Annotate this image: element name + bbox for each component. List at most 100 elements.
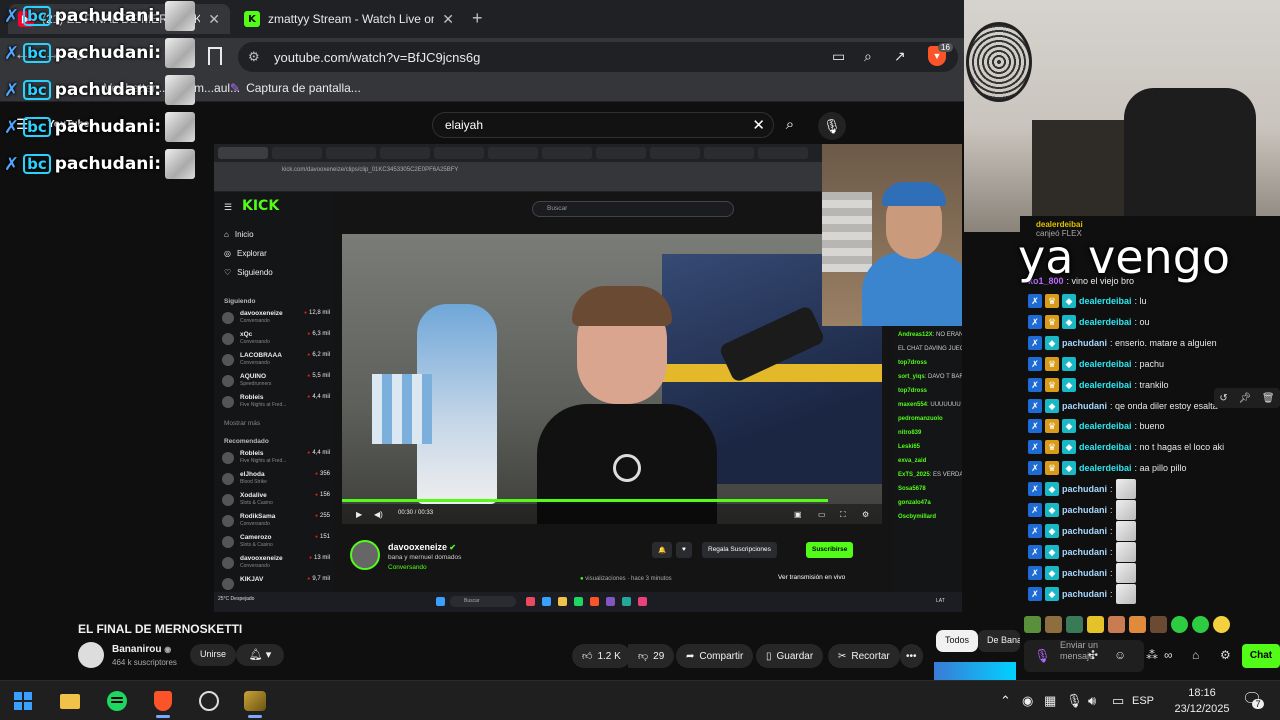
tab-kick[interactable]: K zmattyy Stream - Watch Live on Kick ✕ xyxy=(234,4,464,34)
settings-icon[interactable]: ⚙ xyxy=(1220,648,1231,662)
emote-icon[interactable] xyxy=(1108,616,1125,633)
badge-icon: ◆ xyxy=(1045,586,1059,601)
chat-message: ✗ ◆ pachudani: xyxy=(1028,562,1136,583)
chat-text: : xyxy=(1110,567,1113,578)
chat-user: pachudani xyxy=(1062,567,1108,578)
notification-bell-button[interactable]: 🔔︎ ▾ xyxy=(236,644,284,666)
more-actions-button[interactable]: ••• xyxy=(900,644,923,668)
channel-row: CamerozoSlots & Casino 151 xyxy=(222,534,332,552)
video-player[interactable]: kick.com/davooxeneize/clips/clip_01KC345… xyxy=(214,144,962,612)
pin-icon[interactable]: 📌︎ xyxy=(1238,393,1251,404)
kick-menu-label: Explorar xyxy=(236,249,267,258)
discord-icon[interactable]: ◉ xyxy=(1022,693,1033,709)
cast-icon[interactable]: ▭ xyxy=(832,48,845,65)
share-button[interactable]: ➦ Compartir xyxy=(676,644,754,668)
game-icon xyxy=(244,691,266,711)
emote-icon[interactable] xyxy=(1213,616,1230,633)
site-info-icon[interactable]: ⚙ xyxy=(248,49,260,65)
embedded-tab xyxy=(704,147,754,159)
start-button[interactable] xyxy=(8,687,38,715)
save-button[interactable]: ▯ Guardar xyxy=(756,644,824,668)
tray-app-icon[interactable]: ▦ xyxy=(1044,693,1056,709)
language-indicator[interactable]: ESP xyxy=(1132,695,1154,707)
moderator-icon: ✗ xyxy=(1028,565,1042,580)
emote-icon[interactable] xyxy=(1150,616,1167,633)
address-bar[interactable]: ⚙ youtube.com/watch?v=BfJC9jcns6g ▭ ⌕ ↗ … xyxy=(238,42,958,72)
chat-message: ✗ ♛ ◆ dealerdeibai: aa pillo pillo xyxy=(1028,459,1187,477)
join-button[interactable]: Unirse xyxy=(190,644,237,666)
microphone-icon[interactable]: 🎙︎ xyxy=(1066,693,1083,709)
emoji-icon[interactable]: ☺ xyxy=(1114,648,1126,662)
close-icon[interactable]: ✕ xyxy=(442,11,454,28)
emote-icon[interactable] xyxy=(1066,616,1083,633)
glasses-icon[interactable]: ∞ xyxy=(1164,648,1173,662)
sword-icon: ✗ xyxy=(4,5,20,27)
chevron-up-icon[interactable]: ⌃ xyxy=(1000,693,1011,709)
reply-icon[interactable]: ↺ xyxy=(1219,393,1227,404)
chat-text: : DAVO T BARD xyxy=(924,374,962,380)
show-more: Mostrar más xyxy=(224,420,261,427)
apps-icon[interactable]: ⁂ xyxy=(1146,648,1158,662)
clip-button[interactable]: ✂ Recortar xyxy=(828,644,900,668)
emote-picker-icon[interactable]: ✣ xyxy=(1088,648,1098,662)
chat-user: pachudani xyxy=(1062,588,1108,599)
network-icon[interactable]: ▭ xyxy=(1112,693,1124,709)
store-icon[interactable]: ⌂ xyxy=(1192,648,1199,662)
taskbar-obs[interactable] xyxy=(194,687,224,715)
volume-icon[interactable]: 🔊︎ xyxy=(1088,693,1096,709)
embedded-chat-line: top7dross xyxy=(898,388,927,394)
emote-icon[interactable] xyxy=(1129,616,1146,633)
emote-icon[interactable] xyxy=(1192,616,1209,633)
chip-channel[interactable]: De Bana xyxy=(978,630,1020,652)
chat-message: ✗ ◆ pachudani: xyxy=(1028,479,1136,500)
dislike-button[interactable]: 👎︎ 29 xyxy=(628,644,675,668)
clock-date[interactable]: 23/12/2025 xyxy=(1168,703,1236,715)
obs-icon xyxy=(199,691,219,711)
chip-all[interactable]: Todos xyxy=(936,630,979,652)
kick-menu-item: ◎ Explorar xyxy=(224,249,267,258)
moderator-icon: ✗ xyxy=(1028,586,1042,601)
emote-icon[interactable] xyxy=(1171,616,1188,633)
share-icon: ➦ xyxy=(686,650,695,662)
channel-name: Camerozo xyxy=(240,534,272,541)
close-icon[interactable]: ✕ xyxy=(208,11,220,28)
clock-time[interactable]: 18:16 xyxy=(1172,687,1232,699)
embedded-tab xyxy=(650,147,700,159)
taskbar-spotify[interactable] xyxy=(102,687,132,715)
moderator-icon: ✗ xyxy=(1028,356,1042,371)
chat-message: ✗ ◆ pachudani: xyxy=(1028,520,1136,541)
taskbar-game[interactable] xyxy=(240,687,270,718)
emote-icon[interactable] xyxy=(1045,616,1062,633)
clear-icon[interactable]: ✕ xyxy=(752,116,765,134)
recommended-thumbnail[interactable] xyxy=(934,662,1016,680)
like-button[interactable]: 👍︎ 1.2 K xyxy=(572,644,631,668)
chat-input[interactable]: 🎙︎ Enviar un mensaje ✣ ☺ xyxy=(1024,640,1144,672)
chat-text: : xyxy=(1110,525,1113,536)
channel-category: Conversando xyxy=(240,360,270,366)
microphone-icon[interactable]: 🎙︎ xyxy=(1034,648,1051,664)
chat-user: pachudani xyxy=(1062,484,1108,495)
zoom-icon[interactable]: ⌕ xyxy=(864,48,872,65)
search-icon[interactable]: ⌕ xyxy=(776,112,804,138)
share-icon[interactable]: ↗ xyxy=(894,48,906,65)
taskbar-brave[interactable] xyxy=(148,687,178,718)
bookmark-icon[interactable] xyxy=(208,47,222,65)
search-input[interactable]: elaiyah ✕ xyxy=(432,112,774,138)
emote-icon[interactable] xyxy=(1087,616,1104,633)
channel-avatar[interactable] xyxy=(78,642,104,668)
bookmark-item[interactable]: ✎ Captura de pantalla... xyxy=(230,81,361,95)
new-tab-button[interactable]: + xyxy=(472,8,483,29)
delete-icon[interactable]: 🗑︎ xyxy=(1262,393,1275,404)
cat-emote-icon xyxy=(1115,583,1136,604)
embedded-tab xyxy=(326,147,376,159)
channel-name[interactable]: Bananirou ◉ xyxy=(112,644,171,655)
chat-send-button[interactable]: Chat xyxy=(1242,644,1280,668)
emote-icon[interactable] xyxy=(1024,616,1041,633)
taskbar-file-explorer[interactable] xyxy=(55,687,85,715)
avatar xyxy=(222,375,234,387)
windows-taskbar: ⌃ ◉ ▦ 🎙︎ 🔊︎ ▭ ESP 18:16 23/12/2025 🗨︎ 7 xyxy=(0,680,1280,720)
emote-bar xyxy=(1024,616,1230,633)
badge-icon: ◆ xyxy=(1062,461,1076,476)
message-actions[interactable]: ↺ 📌︎ 🗑︎ xyxy=(1214,388,1280,408)
microphone-icon[interactable]: 🎙 xyxy=(818,112,846,140)
